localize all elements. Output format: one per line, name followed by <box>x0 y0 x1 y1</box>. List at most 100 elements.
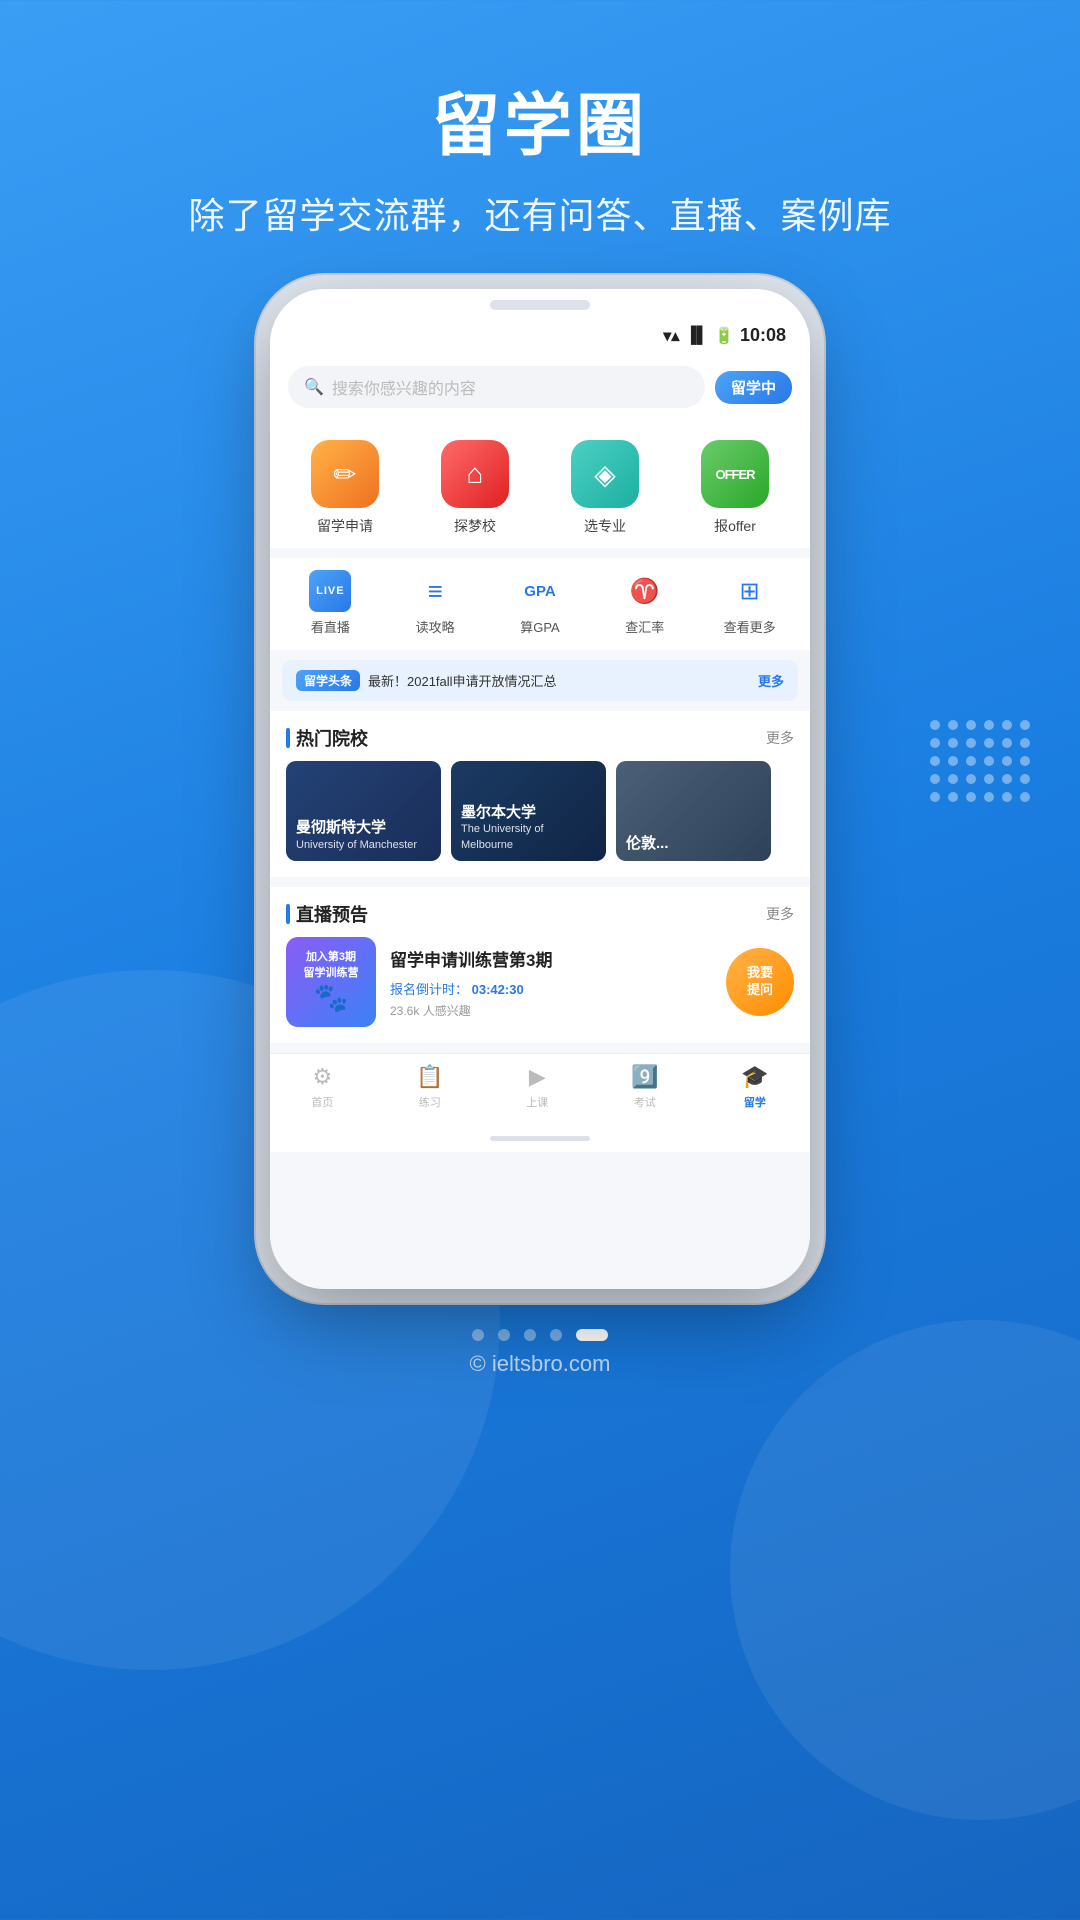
action-liuxue[interactable]: ✏ 留学申请 <box>305 440 385 536</box>
nav-practice-label: 练习 <box>419 1094 441 1110</box>
sec-exchange-label: 查汇率 <box>625 617 664 636</box>
sec-live-label: 看直播 <box>311 617 350 636</box>
nav-study-abroad-label: 留学 <box>744 1094 766 1110</box>
live-thumbnail: 加入第3期留学训练营 🐾 <box>286 937 376 1027</box>
signal-icon: ▐▌ <box>685 327 708 345</box>
uni-card-melbourne[interactable]: 墨尔本大学 The University of Melbourne <box>451 761 606 861</box>
uni-name-zh-3: 伦敦... <box>626 834 761 854</box>
phone-notch <box>490 300 590 310</box>
more-icon: ⊞ <box>729 570 771 612</box>
action-tanmeng-label: 探梦校 <box>454 516 496 536</box>
live-title-text: 直播预告 <box>296 901 368 927</box>
page-title: 留学圈 <box>188 70 891 169</box>
live-btn-line2: 提问 <box>747 982 773 999</box>
action-xuanzhuanye-label: 选专业 <box>584 516 626 536</box>
sec-guide[interactable]: ≡ 读攻略 <box>395 570 475 636</box>
gpa-icon: GPA <box>519 570 561 612</box>
search-area: 🔍 搜索你感兴趣的内容 留学中 <box>270 354 810 422</box>
live-title: 留学申请训练营第3期 <box>390 946 712 971</box>
status-bar: ▾▴ ▐▌ 🔋 10:08 <box>270 321 810 354</box>
live-info: 留学申请训练营第3期 报名倒计时： 03:42:30 23.6k 人感兴趣 <box>390 946 712 1019</box>
news-more[interactable]: 更多 <box>758 671 784 690</box>
nav-study-abroad[interactable]: 🎓 留学 <box>741 1064 768 1110</box>
live-interest: 23.6k 人感兴趣 <box>390 1002 712 1019</box>
search-icon: 🔍 <box>304 377 324 397</box>
study-status-badge[interactable]: 留学中 <box>715 371 792 404</box>
section-header-live: 直播预告 更多 <box>270 887 810 937</box>
search-bar[interactable]: 🔍 搜索你感兴趣的内容 <box>288 366 705 408</box>
bottom-navigation: ⚙ 首页 📋 练习 ▶ 上课 9️⃣ 考试 🎓 留学 <box>270 1053 810 1124</box>
sec-more-label: 查看更多 <box>724 617 776 636</box>
practice-icon: 📋 <box>416 1064 443 1090</box>
action-liuxue-label: 留学申请 <box>317 516 373 536</box>
live-btn-line1: 我要 <box>747 965 773 982</box>
battery-icon: 🔋 <box>714 326 734 346</box>
sec-live[interactable]: LIVE 看直播 <box>290 570 370 636</box>
live-ask-button[interactable]: 我要 提问 <box>726 948 794 1016</box>
countdown-time: 03:42:30 <box>472 982 524 997</box>
action-tanmeng[interactable]: ⌂ 探梦校 <box>435 440 515 536</box>
sec-exchange[interactable]: ♈ 查汇率 <box>605 570 685 636</box>
uni-name-en-1: University of Manchester <box>296 838 431 853</box>
home-bar <box>490 1136 590 1141</box>
live-preview-section: 直播预告 更多 加入第3期留学训练营 🐾 留学申请训练营第3期 报名倒计时： 0… <box>270 887 810 1043</box>
liuxue-icon: ✏ <box>311 440 379 508</box>
uni-card-london[interactable]: 伦敦... <box>616 761 771 861</box>
live-title-bar <box>286 904 290 924</box>
news-tag: 留学头条 <box>296 670 360 691</box>
phone-home-bar <box>270 1124 810 1152</box>
guide-icon: ≡ <box>414 570 456 612</box>
nav-practice[interactable]: 📋 练习 <box>416 1064 443 1110</box>
news-text: 最新！2021fall申请开放情况汇总 <box>368 671 750 690</box>
status-time: 10:08 <box>740 325 786 346</box>
nav-class[interactable]: ▶ 上课 <box>526 1064 548 1110</box>
sec-more[interactable]: ⊞ 查看更多 <box>710 570 790 636</box>
sec-gpa-label: 算GPA <box>520 617 560 636</box>
nav-exam-label: 考试 <box>634 1094 656 1110</box>
live-countdown: 报名倒计时： 03:42:30 <box>390 979 712 998</box>
uni-card-manchester[interactable]: 曼彻斯特大学 University of Manchester <box>286 761 441 861</box>
hot-schools-section: 热门院校 更多 曼彻斯特大学 University of Manchester <box>270 711 810 877</box>
section-header-schools: 热门院校 更多 <box>270 711 810 761</box>
xuanzhuanye-icon: ◈ <box>571 440 639 508</box>
nav-exam[interactable]: 9️⃣ 考试 <box>631 1064 658 1110</box>
dot-2[interactable] <box>498 1329 510 1341</box>
uni-card-overlay-3: 伦敦... <box>616 761 771 861</box>
class-icon: ▶ <box>529 1064 546 1090</box>
uni-card-overlay-1: 曼彻斯特大学 University of Manchester <box>286 761 441 861</box>
quick-actions: ✏ 留学申请 ⌂ 探梦校 ◈ 选专业 OFFER 报offer <box>270 422 810 548</box>
wifi-icon: ▾▴ <box>663 326 679 346</box>
live-mascot: 🐾 <box>314 981 349 1014</box>
uni-card-overlay-2: 墨尔本大学 The University of Melbourne <box>451 761 606 861</box>
university-cards: 曼彻斯特大学 University of Manchester 墨尔本大学 Th… <box>270 761 810 877</box>
dot-1[interactable] <box>472 1329 484 1341</box>
uni-name-zh-2: 墨尔本大学 <box>461 803 596 823</box>
exam-icon: 9️⃣ <box>631 1064 658 1090</box>
dot-5-active[interactable] <box>576 1329 608 1341</box>
section-title-schools: 热门院校 <box>286 725 368 751</box>
section-title-bar <box>286 728 290 748</box>
action-offer[interactable]: OFFER 报offer <box>695 440 775 536</box>
study-abroad-icon: 🎓 <box>741 1064 768 1090</box>
footer-copyright: © ieltsbro.com <box>470 1351 611 1377</box>
phone-mockup: ▾▴ ▐▌ 🔋 10:08 🔍 搜索你感兴趣的内容 留学中 ✏ 留学申请 <box>270 289 810 1289</box>
status-icons: ▾▴ ▐▌ 🔋 10:08 <box>663 325 786 346</box>
phone-content: ✏ 留学申请 ⌂ 探梦校 ◈ 选专业 OFFER 报offer <box>270 422 810 1289</box>
action-xuanzhuanye[interactable]: ◈ 选专业 <box>565 440 645 536</box>
page-subtitle: 除了留学交流群，还有问答、直播、案例库 <box>188 187 891 239</box>
sec-gpa[interactable]: GPA 算GPA <box>500 570 580 636</box>
live-item: 加入第3期留学训练营 🐾 留学申请训练营第3期 报名倒计时： 03:42:30 … <box>270 937 810 1043</box>
dot-4[interactable] <box>550 1329 562 1341</box>
section-title-text-schools: 热门院校 <box>296 725 368 751</box>
nav-home[interactable]: ⚙ 首页 <box>311 1064 333 1110</box>
phone-notch-bar <box>270 289 810 321</box>
sec-guide-label: 读攻略 <box>416 617 455 636</box>
nav-home-label: 首页 <box>311 1094 333 1110</box>
home-icon: ⚙ <box>313 1064 333 1090</box>
live-more-button[interactable]: 更多 <box>766 904 794 924</box>
news-banner[interactable]: 留学头条 最新！2021fall申请开放情况汇总 更多 <box>282 660 798 701</box>
schools-more-button[interactable]: 更多 <box>766 728 794 748</box>
live-thumb-line1: 加入第3期留学训练营 <box>304 950 359 981</box>
page-header: 留学圈 除了留学交流群，还有问答、直播、案例库 <box>128 0 951 269</box>
dot-3[interactable] <box>524 1329 536 1341</box>
